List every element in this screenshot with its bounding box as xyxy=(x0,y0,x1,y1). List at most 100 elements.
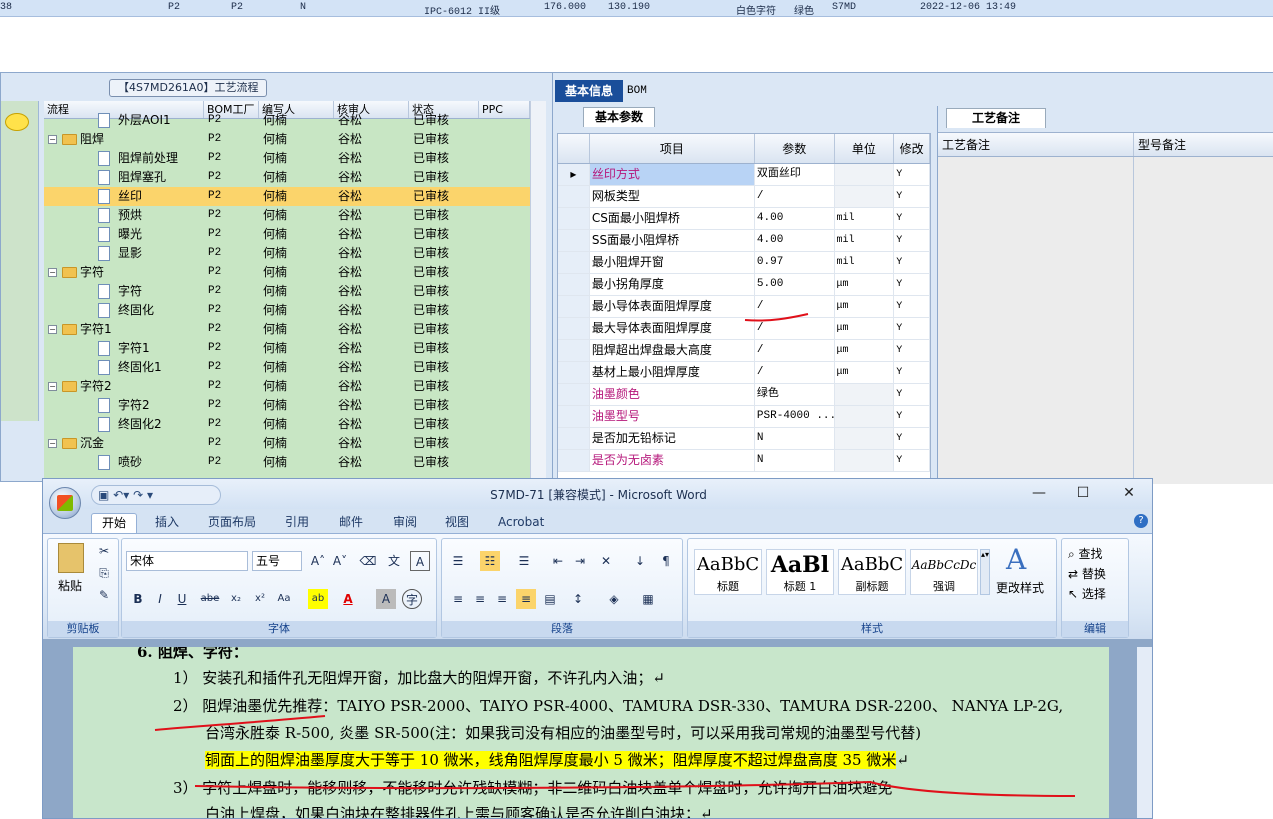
change-styles-icon[interactable]: A xyxy=(1006,543,1026,576)
row-indicator[interactable] xyxy=(558,428,590,449)
format-painter-icon[interactable]: ✎ xyxy=(94,585,114,605)
chat-icon[interactable] xyxy=(5,113,29,131)
select-button[interactable]: ↖ 选择 xyxy=(1068,585,1106,602)
document-scrollbar[interactable] xyxy=(1137,647,1152,818)
subtab-basic-params[interactable]: 基本参数 xyxy=(583,107,655,127)
row-indicator[interactable] xyxy=(558,384,590,405)
enclose-char-icon[interactable]: 字 xyxy=(402,589,422,609)
tab-page-layout[interactable]: 页面布局 xyxy=(208,513,256,533)
font-name-select[interactable]: 宋体 xyxy=(126,551,248,571)
redo-icon[interactable]: ↷ xyxy=(133,488,143,502)
param-row[interactable]: 最小导体表面阻焊厚度 / μm Y xyxy=(558,296,930,318)
param-row[interactable]: 是否为无卤素 N Y xyxy=(558,450,930,472)
style-subtitle[interactable]: AaBbC 副标题 xyxy=(838,549,906,595)
param-value[interactable]: N xyxy=(755,450,835,471)
tab-references[interactable]: 引用 xyxy=(285,513,309,533)
param-value[interactable]: 4.00 xyxy=(755,208,835,229)
param-row[interactable]: 油墨颜色 绿色 Y xyxy=(558,384,930,406)
row-indicator[interactable] xyxy=(558,274,590,295)
grow-font-icon[interactable]: A˄ xyxy=(308,551,328,571)
flow-row[interactable]: 终固化2 P2 何楠 谷松 已审核 xyxy=(44,415,530,434)
flow-row[interactable]: 字符1 P2 何楠 谷松 已审核 xyxy=(44,339,530,358)
param-value[interactable]: 4.00 xyxy=(755,230,835,251)
param-value[interactable]: / xyxy=(755,296,835,317)
tab-home[interactable]: 开始 xyxy=(91,513,138,533)
flow-scrollbar[interactable] xyxy=(530,101,546,481)
tab-insert[interactable]: 插入 xyxy=(155,513,179,533)
quick-access-toolbar[interactable]: ▣ ↶▾ ↷ ▾ xyxy=(91,485,221,505)
underline-icon[interactable]: U xyxy=(172,589,192,609)
flow-row[interactable]: − 字符2 P2 何楠 谷松 已审核 xyxy=(44,377,530,396)
cut-icon[interactable]: ✂ xyxy=(94,541,114,561)
phonetic-guide-icon[interactable]: 文 xyxy=(384,551,404,571)
justify-icon[interactable]: ≡ xyxy=(516,589,536,609)
param-value[interactable]: 5.00 xyxy=(755,274,835,295)
tab-bom[interactable]: BOM xyxy=(627,80,667,102)
highlight-icon[interactable]: ab xyxy=(308,589,328,609)
col-header-item[interactable]: 项目 xyxy=(590,134,755,163)
font-size-select[interactable]: 五号 xyxy=(252,551,302,571)
numbering-icon[interactable]: ☷ xyxy=(480,551,500,571)
tab-process-notes[interactable]: 工艺备注 xyxy=(946,108,1046,128)
param-value[interactable]: / xyxy=(755,186,835,207)
close-button[interactable]: ✕ xyxy=(1113,482,1145,504)
char-shading-icon[interactable]: A xyxy=(376,589,396,609)
minimize-button[interactable]: — xyxy=(1023,482,1055,504)
param-row[interactable]: 是否加无铅标记 N Y xyxy=(558,428,930,450)
param-row[interactable]: 最小拐角厚度 5.00 μm Y xyxy=(558,274,930,296)
line-spacing-icon[interactable]: ↕ xyxy=(568,589,588,609)
flow-row[interactable]: 字符 P2 何楠 谷松 已审核 xyxy=(44,282,530,301)
row-indicator[interactable] xyxy=(558,296,590,317)
row-indicator[interactable] xyxy=(558,208,590,229)
param-row[interactable]: 油墨型号 PSR-4000 ... Y xyxy=(558,406,930,428)
param-row[interactable]: ▸ 丝印方式 双面丝印 Y xyxy=(558,164,930,186)
increase-indent-icon[interactable]: ⇥ xyxy=(570,551,590,571)
param-value[interactable]: 0.97 xyxy=(755,252,835,273)
tab-view[interactable]: 视图 xyxy=(445,513,469,533)
chinese-layout-icon[interactable]: ✕ xyxy=(596,551,616,571)
param-value[interactable]: 绿色 xyxy=(755,384,835,405)
help-icon[interactable]: ? xyxy=(1134,514,1148,528)
row-indicator[interactable] xyxy=(558,340,590,361)
flow-row[interactable]: 终固化 P2 何楠 谷松 已审核 xyxy=(44,301,530,320)
italic-icon[interactable]: I xyxy=(150,589,170,609)
param-value[interactable]: N xyxy=(755,428,835,449)
paste-icon[interactable] xyxy=(58,543,84,573)
style-title[interactable]: AaBbC 标题 xyxy=(694,549,762,595)
row-indicator[interactable] xyxy=(558,252,590,273)
col-header-model-notes[interactable]: 型号备注 xyxy=(1134,133,1273,156)
align-left-icon[interactable]: ≡ xyxy=(448,589,468,609)
copy-icon[interactable]: ⎘ xyxy=(94,563,114,583)
flow-row[interactable]: 终固化1 P2 何楠 谷松 已审核 xyxy=(44,358,530,377)
col-header-modify[interactable]: 修改 xyxy=(894,134,930,163)
flow-row[interactable]: − 字符1 P2 何楠 谷松 已审核 xyxy=(44,320,530,339)
param-row[interactable]: 最大导体表面阻焊厚度 / μm Y xyxy=(558,318,930,340)
collapse-icon[interactable]: − xyxy=(48,135,57,144)
borders-icon[interactable]: ▦ xyxy=(638,589,658,609)
align-center-icon[interactable]: ≡ xyxy=(470,589,490,609)
style-heading-1[interactable]: AaBl 标题 1 xyxy=(766,549,834,595)
bold-icon[interactable]: B xyxy=(128,589,148,609)
col-header-process-notes[interactable]: 工艺备注 xyxy=(938,133,1134,156)
paste-button[interactable]: 粘贴 xyxy=(58,577,82,594)
flow-row[interactable]: 曝光 P2 何楠 谷松 已审核 xyxy=(44,225,530,244)
params-grid[interactable]: 项目 参数 单位 修改 ▸ 丝印方式 双面丝印 Y 网板类型 / Y CS面最小阻焊桥 4.00… xyxy=(557,133,931,483)
param-value[interactable]: PSR-4000 ... xyxy=(755,406,835,427)
clear-format-icon[interactable]: ⌫ xyxy=(358,551,378,571)
align-right-icon[interactable]: ≡ xyxy=(492,589,512,609)
collapse-icon[interactable]: − xyxy=(48,325,57,334)
tab-mailings[interactable]: 邮件 xyxy=(339,513,363,533)
flow-row[interactable]: 阻焊前处理 P2 何楠 谷松 已审核 xyxy=(44,149,530,168)
param-row[interactable]: SS面最小阻焊桥 4.00 mil Y xyxy=(558,230,930,252)
style-emphasis[interactable]: AaBbCcDc 强调 xyxy=(910,549,978,595)
flow-row-selected[interactable]: 丝印 P2 何楠 谷松 已审核 xyxy=(44,187,530,206)
decrease-indent-icon[interactable]: ⇤ xyxy=(548,551,568,571)
styles-scroll[interactable]: ▴▾ xyxy=(980,549,990,595)
flow-row[interactable]: 喷砂 P2 何楠 谷松 已审核 xyxy=(44,453,530,472)
model-notes-body[interactable] xyxy=(1134,157,1273,484)
col-header-value[interactable]: 参数 xyxy=(755,134,835,163)
strikethrough-icon[interactable]: abe xyxy=(200,589,220,609)
superscript-icon[interactable]: x² xyxy=(250,589,270,609)
collapse-icon[interactable]: − xyxy=(48,268,57,277)
tab-review[interactable]: 审阅 xyxy=(393,513,417,533)
